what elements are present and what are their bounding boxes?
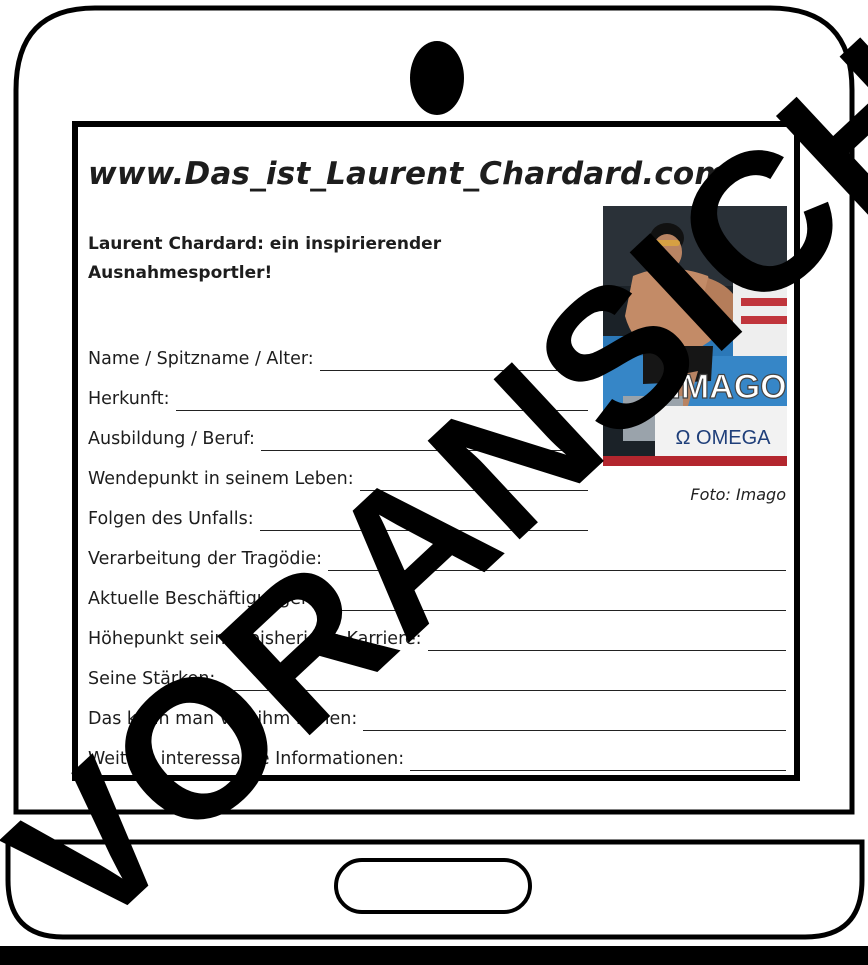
field-label: Verarbeitung der Tragödie:: [88, 549, 323, 569]
photo-sponsor-logo: Ω OMEGA: [676, 427, 772, 449]
field-label: Weitere interessante Informationen:: [88, 749, 405, 769]
answer-line[interactable]: [363, 710, 786, 731]
field-label: Aktuelle Beschäftigungen:: [88, 589, 318, 609]
answer-line[interactable]: [328, 550, 786, 571]
answer-line[interactable]: [175, 390, 588, 411]
field-lessons: Das kann man von ihm lernen:: [88, 703, 786, 731]
photo-credit: Foto: Imago: [690, 485, 786, 504]
field-activities: Aktuelle Beschäftigungen:: [88, 583, 786, 611]
field-label: Höhepunkt seiner bisherigen Karriere:: [88, 629, 422, 649]
athlete-photo: IMAGO Ω OMEGA: [603, 206, 787, 466]
field-label: Name / Spitzname / Alter:: [88, 349, 314, 369]
field-label: Das kann man von ihm lernen:: [88, 709, 358, 729]
answer-line[interactable]: [359, 470, 588, 491]
webcam-icon: [410, 41, 464, 115]
laptop-foot: [0, 946, 868, 965]
field-turning-point: Wendepunkt in seinem Leben:: [88, 463, 588, 491]
headline: Laurent Chardard: ein inspirierender Aus…: [88, 234, 442, 283]
answer-line[interactable]: [319, 350, 588, 371]
field-label: Herkunft:: [88, 389, 170, 409]
field-highlight: Höhepunkt seiner bisherigen Karriere:: [88, 623, 786, 651]
field-more-info: Weitere interessante Informationen:: [88, 743, 786, 771]
answer-line[interactable]: [221, 670, 786, 691]
field-name: Name / Spitzname / Alter:: [88, 343, 588, 371]
field-origin: Herkunft:: [88, 383, 588, 411]
answer-line[interactable]: [259, 510, 588, 531]
answer-line[interactable]: [410, 750, 786, 771]
website-title: www.Das_ist_Laurent_Chardard.com: [88, 156, 727, 192]
answer-line[interactable]: [323, 590, 786, 611]
touchpad: [334, 858, 532, 914]
field-consequences: Folgen des Unfalls:: [88, 503, 588, 531]
field-education: Ausbildung / Beruf:: [88, 423, 588, 451]
answer-line[interactable]: [427, 630, 786, 651]
field-label: Ausbildung / Beruf:: [88, 429, 255, 449]
field-strengths: Seine Stärken:: [88, 663, 786, 691]
field-label: Seine Stärken:: [88, 669, 216, 689]
answer-line[interactable]: [260, 430, 588, 451]
field-label: Folgen des Unfalls:: [88, 509, 254, 529]
field-label: Wendepunkt in seinem Leben:: [88, 469, 354, 489]
field-coping: Verarbeitung der Tragödie:: [88, 543, 786, 571]
photo-watermark: IMAGO: [671, 368, 786, 406]
